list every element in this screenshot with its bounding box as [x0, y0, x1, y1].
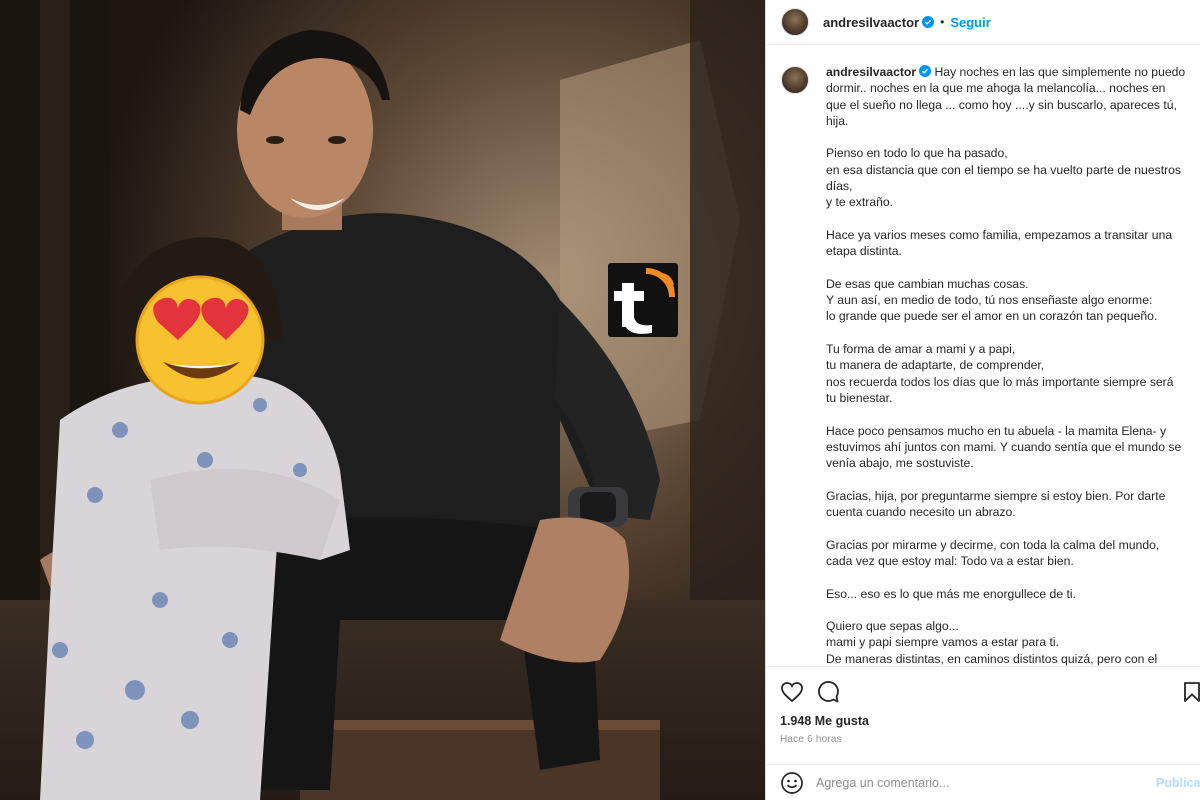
separator-dot: • — [940, 15, 945, 29]
post-photo[interactable] — [0, 0, 765, 800]
post-timestamp[interactable]: Hace 6 horas — [780, 734, 842, 745]
post-panel: andresilvaactor • Seguir andresilvaactor… — [765, 0, 1200, 800]
comment-button[interactable] — [815, 679, 841, 705]
caption-row: andresilvaactor Hay noches en las que si… — [781, 64, 1186, 666]
verified-badge-icon — [919, 65, 932, 77]
comment-input[interactable] — [816, 775, 1136, 790]
t-logo-watermark — [608, 263, 678, 337]
caption-body: andresilvaactor Hay noches en las que si… — [826, 64, 1186, 666]
caption-username[interactable]: andresilvaactor — [826, 65, 916, 79]
caption-author-avatar[interactable] — [781, 66, 809, 94]
comment-bar: Publicar — [766, 764, 1200, 800]
author-avatar[interactable] — [781, 8, 809, 36]
like-button[interactable] — [779, 679, 805, 705]
caption-scroll-area[interactable]: andresilvaactor Hay noches en las que si… — [766, 56, 1200, 666]
post-header: andresilvaactor • Seguir — [766, 0, 1200, 45]
publish-button[interactable]: Publicar — [1156, 776, 1200, 790]
emoji-face-cover — [135, 275, 265, 405]
action-bar — [766, 666, 1200, 716]
author-username[interactable]: andresilvaactor — [823, 15, 919, 30]
caption-text: Hay noches en las que simplemente no pue… — [826, 65, 1186, 666]
comment-icon — [818, 680, 839, 702]
photo-illustration — [0, 0, 765, 800]
heart-icon — [781, 681, 803, 702]
save-button[interactable] — [1179, 679, 1200, 705]
emoji-icon[interactable] — [780, 771, 804, 795]
follow-button[interactable]: Seguir — [950, 15, 990, 30]
verified-badge-icon — [922, 16, 935, 28]
likes-count[interactable]: 1.948 Me gusta — [780, 714, 869, 728]
bookmark-icon — [1184, 682, 1200, 702]
